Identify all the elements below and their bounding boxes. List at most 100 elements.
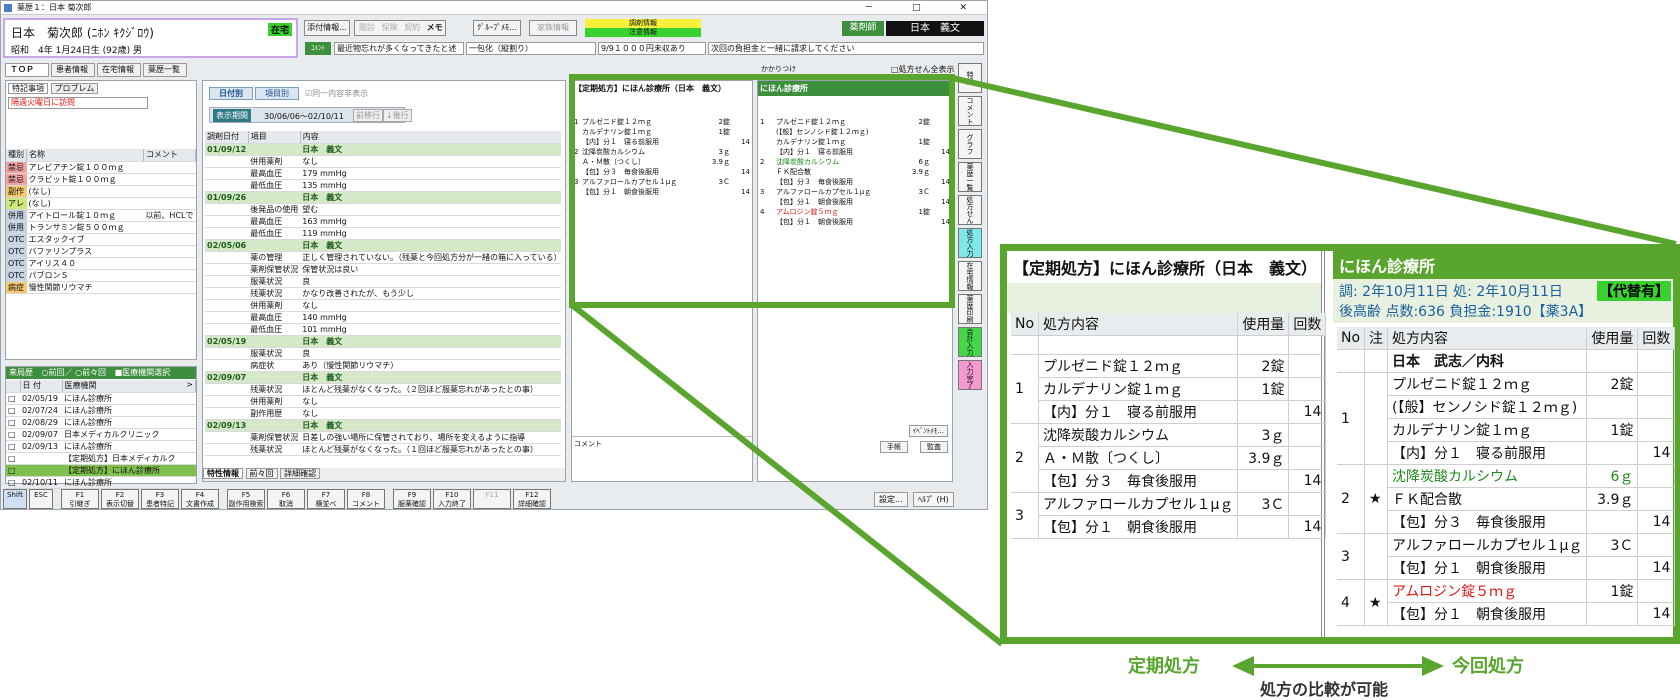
zoom-right-line[interactable]: 4 ★ アムロジン錠５ｍｇ 1錠 [1337,579,1676,626]
zoom-left-col-no: No [1011,313,1040,336]
zoom-left-line[interactable]: Ａ・Ｍ散〔つくし〕 3.9ｇ [1011,446,1327,470]
zoom-right-drug: カルデナリン錠１ｍｇ [1387,418,1588,442]
zoom-left-amount [1237,400,1290,424]
zoom-right-times [1637,487,1676,511]
zoom-left-times [1288,377,1327,401]
zoom-right-line[interactable]: 2 ★ 沈降炭酸カルシウム 6ｇ [1337,464,1676,534]
zoom-left-times [1288,446,1327,470]
zoom-right-drug: 【包】分１ 朝食後服用 [1387,602,1588,626]
zoom-left-drug: 【包】分３ 毎食後服用 [1038,469,1239,493]
zoom-left-drug: Ａ・Ｍ散〔つくし〕 [1038,446,1239,470]
zoom-right-star [1364,372,1389,465]
zoom-left-drug: 沈降炭酸カルシウム [1038,423,1239,447]
zoom-left-no: 3 [1011,492,1040,539]
zoom-left-amount: 3Ｃ [1237,492,1290,516]
zoom-right-line[interactable]: (【般】センノシド錠１２ｍｇ) [1337,395,1676,419]
zoom-right-line[interactable]: 【包】分１ 朝食後服用 14 [1337,602,1676,626]
zoom-right-line[interactable]: 1 プルゼニド錠１２ｍｇ 2錠 [1337,372,1676,465]
zoom-left-drug: 【内】分１ 寝る前服用 [1038,400,1239,424]
zoom-left-amount: 3ｇ [1237,423,1290,447]
highlight-rect [569,74,955,308]
zoom-right-table: No 注 処方内容 使用量 回数 日本 武志／内科 1 プルゼニド錠１２ｍｇ 2錠 (【… [1337,327,1676,626]
zoom-right-drug: アムロジン錠５ｍｇ [1387,579,1588,603]
arrow-left-head [1232,656,1254,676]
caption-regular-rx: 定期処方 [1128,656,1200,677]
zoom-right-times: 14 [1637,441,1676,465]
zoom-right-times: 14 [1637,556,1676,580]
zoom-right-drug: アルファロールカプセル１μｇ [1387,533,1588,557]
zoom-right-doctor-row: 日本 武志／内科 [1337,349,1676,373]
zoom-right-amount [1586,510,1639,534]
zoom-left-times: 14 [1288,469,1327,493]
zoom-right-title: にほん診療所 [1333,251,1673,279]
zoom-right-times: 14 [1637,510,1676,534]
zoom-left-drug: アルファロールカプセル１μｇ [1038,492,1239,516]
caption-comparison: 処方の比較が可能 [1260,680,1389,699]
zoom-left-times [1288,423,1327,447]
zoom-left-times [1288,492,1327,516]
zoom-right-no: 1 [1337,372,1366,465]
zoom-right-line[interactable]: 【内】分１ 寝る前服用 14 [1337,441,1676,465]
zoom-left-table: No 処方内容 使用量 回数 1 プルゼニド錠１２ｍｇ 2錠 カルデナリン錠１ｍｇ 1錠… [1011,313,1327,539]
zoom-left-col-amount: 使用量 [1237,313,1290,336]
zoom-left-drug: プルゼニド錠１２ｍｇ [1038,354,1239,378]
zoom-left-amount: 2錠 [1237,354,1290,378]
zoom-left-line[interactable]: 3 アルファロールカプセル１μｇ 3Ｃ [1011,492,1327,539]
zoom-right-line[interactable]: 【包】分３ 毎食後服用 14 [1337,510,1676,534]
zoom-left-pane: 【定期処方】にほん診療所（日本 義文） No 処方内容 使用量 回数 1 プルゼニ… [1007,251,1327,637]
zoom-right-col-amount: 使用量 [1586,327,1639,350]
zoom-left-line[interactable]: 【包】分１ 朝食後服用 14 [1011,515,1327,539]
zoom-left-line[interactable]: 2 沈降炭酸カルシウム 3ｇ [1011,423,1327,493]
zoom-right-no: 2 [1337,464,1366,534]
zoom-left-col-content: 処方内容 [1038,313,1239,336]
zoom-left-line[interactable]: 【内】分１ 寝る前服用 14 [1011,400,1327,424]
zoom-right-line[interactable]: 【包】分１ 朝食後服用 14 [1337,556,1676,580]
zoom-right-amount: 1錠 [1586,579,1639,603]
zoom-right-info: 調: 2年10月11日 処: 2年10月11日 後高齢 点数:636 負担金:1… [1333,279,1673,323]
arrow-right-head [1422,656,1444,676]
zoom-right-line[interactable]: ＦＫ配合散 3.9ｇ [1337,487,1676,511]
zoom-right-times: 14 [1637,602,1676,626]
zoom-right-amount [1586,395,1639,419]
caption-current-rx: 今回処方 [1452,656,1524,677]
zoom-right-star: ★ [1364,579,1389,626]
zoom-left-drug: 【包】分１ 朝食後服用 [1038,515,1239,539]
zoom-left-drug: カルデナリン錠１ｍｇ [1038,377,1239,401]
zoom-right-amount: 2錠 [1586,372,1639,396]
zoom-right-amount: 3Ｃ [1586,533,1639,557]
zoom-right-amount: 6ｇ [1586,464,1639,488]
zoom-right-no: 4 [1337,579,1366,626]
zoom-right-info-line2: 後高齢 点数:636 負担金:1910【薬3A】 [1339,304,1593,320]
substitute-badge: 【代替有】 [1597,281,1671,301]
zoom-right-amount [1586,556,1639,580]
zoom-right-drug: 【内】分１ 寝る前服用 [1387,441,1588,465]
zoom-right-line[interactable]: カルデナリン錠１ｍｇ 1錠 [1337,418,1676,442]
zoom-left-amount [1237,469,1290,493]
zoom-right-star [1364,533,1389,580]
zoom-right-amount [1586,602,1639,626]
zoom-left-line[interactable]: 1 プルゼニド錠１２ｍｇ 2錠 [1011,354,1327,424]
zoom-right-times [1637,533,1676,557]
zoom-left-title: 【定期処方】にほん診療所（日本 義文） [1013,259,1318,278]
zoom-right-col-content: 処方内容 [1387,327,1588,350]
zoom-left-amount: 1錠 [1237,377,1290,401]
zoom-left-times: 14 [1288,515,1327,539]
zoom-right-drug: 【包】分１ 朝食後服用 [1387,556,1588,580]
zoom-left-line[interactable]: カルデナリン錠１ｍｇ 1錠 [1011,377,1327,401]
zoom-left-col-times: 回数 [1288,313,1327,336]
zoom-left-amount: 3.9ｇ [1237,446,1290,470]
zoom-left-line[interactable]: 【包】分３ 毎食後服用 14 [1011,469,1327,493]
zoom-right-amount: 1錠 [1586,418,1639,442]
zoom-right-doctor: 日本 武志／内科 [1387,349,1588,373]
zoom-right-amount [1586,441,1639,465]
zoom-panel: 【定期処方】にほん診療所（日本 義文） No 処方内容 使用量 回数 1 プルゼニ… [1000,244,1680,644]
zoom-left-times [1288,354,1327,378]
zoom-right-line[interactable]: 3 アルファロールカプセル１μｇ 3Ｃ [1337,533,1676,580]
callout-line-bottom [570,302,1004,647]
zoom-right-drug: ＦＫ配合散 [1387,487,1588,511]
zoom-right-no: 3 [1337,533,1366,580]
zoom-right-drug: 沈降炭酸カルシウム [1387,464,1588,488]
zoom-right-amount: 3.9ｇ [1586,487,1639,511]
zoom-left-no: 1 [1011,354,1040,424]
zoom-right-col-no: No [1337,327,1366,350]
